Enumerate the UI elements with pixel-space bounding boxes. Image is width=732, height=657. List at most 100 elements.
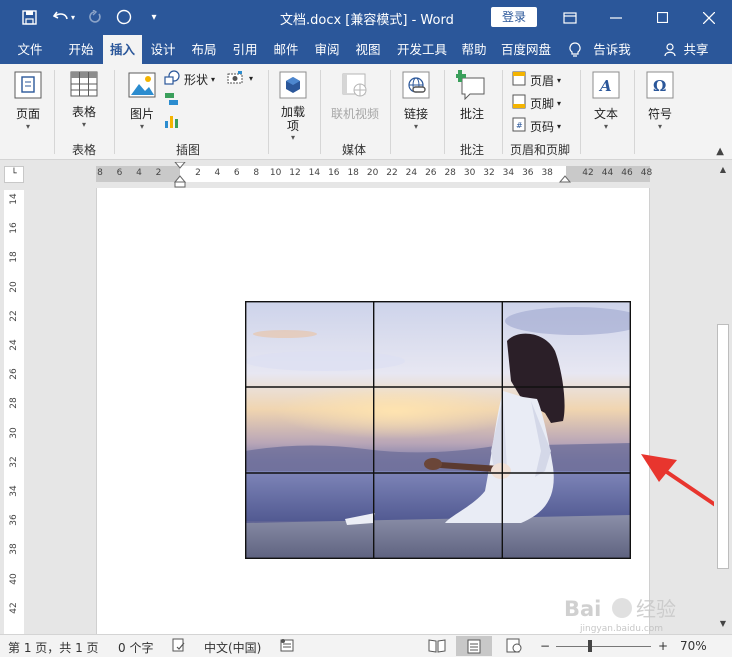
tab-developer[interactable]: 开发工具 <box>392 35 452 64</box>
tab-design[interactable]: 设计 <box>145 35 181 64</box>
divider <box>390 70 391 154</box>
ruler-tick-label: 26 <box>9 368 19 380</box>
share-button[interactable]: 共享 <box>680 35 712 64</box>
tab-references[interactable]: 引用 <box>227 35 263 64</box>
document-area[interactable] <box>26 188 714 634</box>
chevron-down-icon: ▾ <box>557 98 562 108</box>
table-button[interactable]: 表格 ▾ <box>66 70 102 130</box>
chevron-down-icon: ▾ <box>25 122 30 131</box>
ruler-tick-label: 4 <box>136 168 142 178</box>
scroll-up-icon[interactable]: ▲ <box>717 163 729 177</box>
ruler-tick-label: 22 <box>9 310 19 322</box>
ruler-tick-label: 44 <box>601 168 614 178</box>
ruler-tick-label: 32 <box>483 168 495 178</box>
word-count[interactable]: 0 个字 <box>118 639 153 656</box>
omega-icon: Ω <box>642 70 678 103</box>
login-button[interactable]: 登录 <box>491 7 537 27</box>
share-person-icon[interactable] <box>662 35 678 64</box>
tab-file[interactable]: 文件 <box>8 35 52 64</box>
chart-icon <box>164 114 180 132</box>
footer-button[interactable]: 页脚 ▾ <box>512 94 561 112</box>
tab-insert[interactable]: 插入 <box>103 35 142 64</box>
chevron-down-icon: ▾ <box>290 133 295 142</box>
read-mode-icon[interactable] <box>428 638 446 656</box>
save-icon[interactable] <box>18 6 40 28</box>
ruler-tick-label: 24 <box>405 168 418 178</box>
screenshot-button[interactable]: ▾ <box>227 70 253 87</box>
zoom-in-button[interactable]: + <box>658 639 668 653</box>
online-video-button: 联机视频 <box>328 70 382 122</box>
symbol-button[interactable]: Ω 符号 ▾ <box>642 70 678 132</box>
picture-button[interactable]: 图片 ▾ <box>124 70 160 132</box>
right-indent-marker-icon[interactable] <box>558 172 572 184</box>
vertical-ruler[interactable]: 14 16 18 20 22 24 26 28 30 32 34 36 38 40 42 <box>4 190 24 634</box>
macro-record-icon[interactable] <box>280 638 294 656</box>
tab-help[interactable]: 帮助 <box>456 35 492 64</box>
chevron-down-icon: ▾ <box>657 122 662 131</box>
ruler-tick-label: 16 <box>9 222 19 234</box>
page-number-button[interactable]: # 页码 ▾ <box>512 117 561 135</box>
addins-button[interactable]: 加载项 ▾ <box>274 70 312 143</box>
pages-button[interactable]: 页面 ▾ <box>10 70 46 132</box>
divider <box>634 70 635 154</box>
ruler-tick-label: 26 <box>425 168 437 178</box>
divider <box>268 70 269 154</box>
link-button[interactable]: 链接 ▾ <box>398 70 434 132</box>
tab-layout[interactable]: 布局 <box>186 35 222 64</box>
group-label-illustrations: 插图 <box>176 143 201 157</box>
zoom-slider-thumb[interactable] <box>588 640 592 652</box>
ruler-tick-label: 14 <box>9 193 19 205</box>
page[interactable] <box>96 188 714 634</box>
tab-mailings[interactable]: 邮件 <box>268 35 304 64</box>
comment-button[interactable]: 批注 <box>452 70 492 122</box>
svg-text:Bai: Bai <box>564 597 601 621</box>
header-icon <box>512 71 526 89</box>
lightbulb-icon[interactable] <box>566 35 584 64</box>
proofing-icon[interactable] <box>172 638 186 656</box>
customize-icon[interactable]: ▾ <box>143 6 165 28</box>
ruler-tick-label: 14 <box>308 168 321 178</box>
inserted-picture[interactable] <box>245 301 631 559</box>
divider <box>502 70 503 154</box>
vertical-scrollbar[interactable]: ▲ ▼ <box>714 161 732 634</box>
ribbon-tabs: 文件 开始 插入 设计 布局 引用 邮件 审阅 视图 开发工具 帮助 百度网盘 … <box>0 35 732 64</box>
ribbon-display-icon[interactable] <box>547 0 593 35</box>
circle-icon[interactable] <box>113 6 135 28</box>
tab-review[interactable]: 审阅 <box>309 35 345 64</box>
print-layout-view-button[interactable] <box>456 636 492 656</box>
language-indicator[interactable]: 中文(中国) <box>204 639 261 656</box>
zoom-slider[interactable] <box>556 646 651 647</box>
chart-button[interactable] <box>164 114 184 132</box>
ruler-tick-label: 6 <box>116 168 123 178</box>
maximize-icon[interactable] <box>639 0 685 35</box>
group-label-tables: 表格 <box>72 143 97 157</box>
zoom-level[interactable]: 70% <box>680 639 707 653</box>
undo-dropdown-icon[interactable]: ▾ <box>68 6 78 28</box>
horizontal-ruler[interactable]: 8 6 4 2 2 4 6 8 10 12 14 16 18 20 22 24 26 28 30 32 34 36 38 42… <box>96 162 652 188</box>
scrollbar-thumb[interactable] <box>717 324 729 569</box>
ruler-tick-label: 32 <box>9 456 19 468</box>
text-button[interactable]: A 文本 ▾ <box>588 70 624 132</box>
ruler-tick-label: 20 <box>366 168 379 178</box>
tab-stop-selector[interactable]: └ <box>4 166 24 183</box>
page-count[interactable]: 第 1 页，共 1 页 <box>8 639 99 656</box>
tab-view[interactable]: 视图 <box>350 35 386 64</box>
close-icon[interactable] <box>686 0 732 35</box>
comment-icon <box>452 70 492 103</box>
tell-me-search[interactable]: 告诉我 <box>590 35 634 64</box>
minimize-icon[interactable] <box>593 0 639 35</box>
smartart-button[interactable] <box>164 92 184 110</box>
link-icon <box>398 70 434 103</box>
collapse-ribbon-icon[interactable]: ▲ <box>716 146 724 157</box>
shapes-button[interactable]: 形状 ▾ <box>164 70 215 88</box>
red-arrow-annotation <box>641 454 714 507</box>
ruler-tick-label: 46 <box>621 168 633 178</box>
tab-home[interactable]: 开始 <box>60 35 102 64</box>
web-layout-icon[interactable] <box>506 638 522 656</box>
indent-marker-icon[interactable] <box>172 162 188 188</box>
text-box-icon: A <box>588 70 624 103</box>
zoom-out-button[interactable]: − <box>540 639 550 653</box>
tab-baidu-netdisk[interactable]: 百度网盘 <box>497 35 555 64</box>
ruler-tick-label: 36 <box>9 514 19 526</box>
header-button[interactable]: 页眉 ▾ <box>512 71 561 89</box>
